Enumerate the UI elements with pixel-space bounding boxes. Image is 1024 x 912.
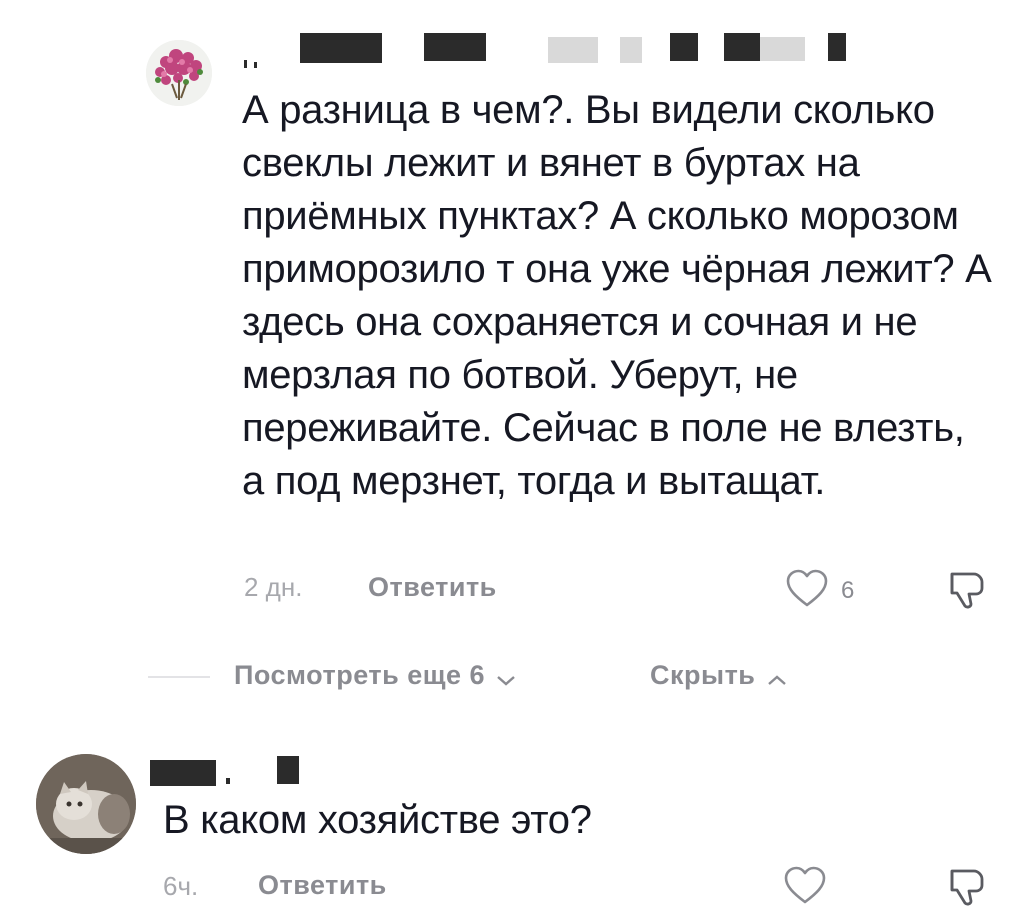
chevron-down-icon bbox=[497, 675, 516, 686]
cat-avatar-image bbox=[36, 754, 136, 854]
like-button[interactable]: 6 bbox=[785, 569, 867, 609]
like-count: 6 bbox=[841, 577, 855, 604]
view-more-replies-button[interactable]: Посмотреть еще 6 bbox=[234, 660, 517, 694]
dislike-button[interactable] bbox=[946, 566, 990, 610]
avatar[interactable] bbox=[36, 754, 136, 854]
dislike-icon bbox=[950, 572, 984, 609]
comment-timestamp: 6ч. bbox=[163, 871, 199, 901]
reply-button[interactable]: Ответить bbox=[258, 870, 387, 901]
hide-replies-button[interactable]: Скрыть bbox=[650, 660, 788, 694]
chevron-up-icon bbox=[768, 675, 786, 685]
heart-outline-icon bbox=[784, 866, 826, 904]
dislike-icon bbox=[950, 869, 984, 906]
reply-button[interactable]: Ответить bbox=[368, 572, 497, 603]
thread-divider bbox=[148, 676, 210, 678]
comment-text: А разница в чем?. Вы видели сколько свек… bbox=[242, 88, 992, 503]
like-button[interactable] bbox=[783, 866, 829, 906]
hide-label: Скрыть bbox=[650, 660, 756, 690]
comment-text: В каком хозяйстве это? bbox=[163, 798, 592, 842]
avatar[interactable] bbox=[146, 40, 212, 106]
dislike-button[interactable] bbox=[946, 863, 990, 907]
view-more-label: Посмотреть еще 6 bbox=[234, 660, 486, 690]
comment-timestamp: 2 дн. bbox=[244, 572, 303, 602]
heart-outline-icon bbox=[786, 569, 828, 607]
flower-avatar-image bbox=[146, 40, 212, 106]
